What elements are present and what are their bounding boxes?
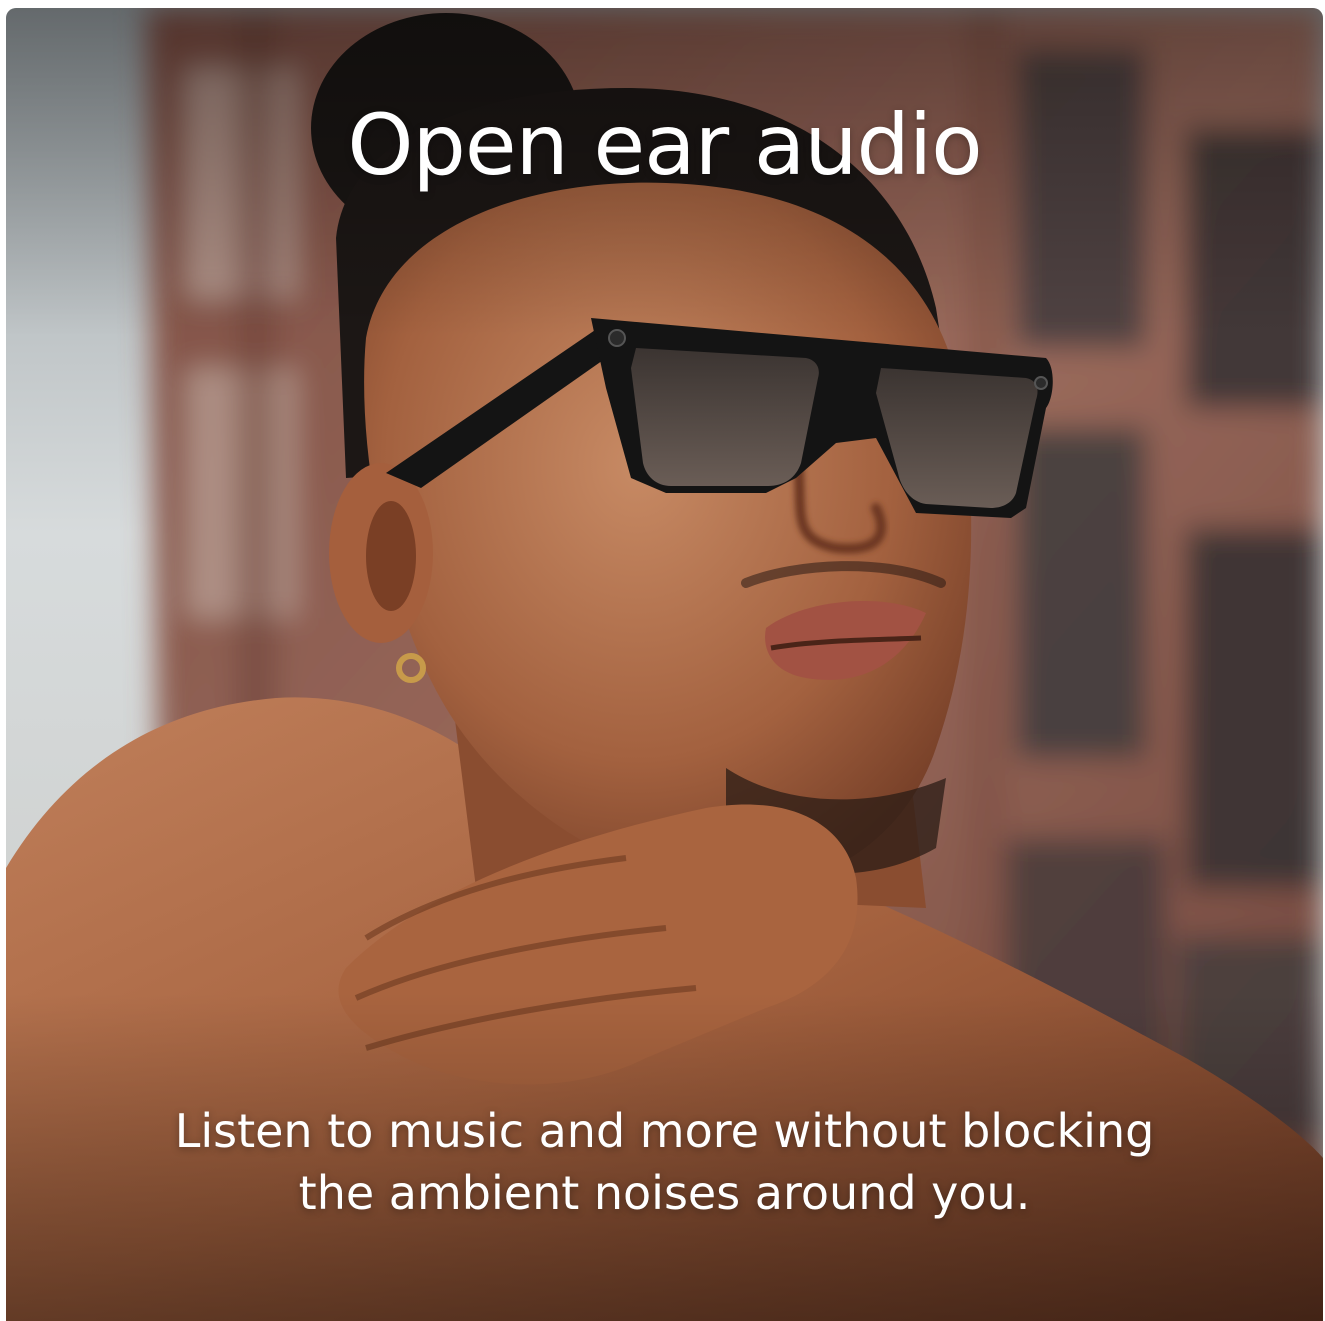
headline: Open ear audio bbox=[347, 96, 982, 194]
caption: Listen to music and more without blockin… bbox=[6, 1100, 1323, 1224]
product-image-frame: Open ear audio Listen to music and more … bbox=[6, 8, 1323, 1321]
caption-line-2: the ambient noises around you. bbox=[298, 1166, 1031, 1220]
caption-line-1: Listen to music and more without blockin… bbox=[174, 1104, 1155, 1158]
